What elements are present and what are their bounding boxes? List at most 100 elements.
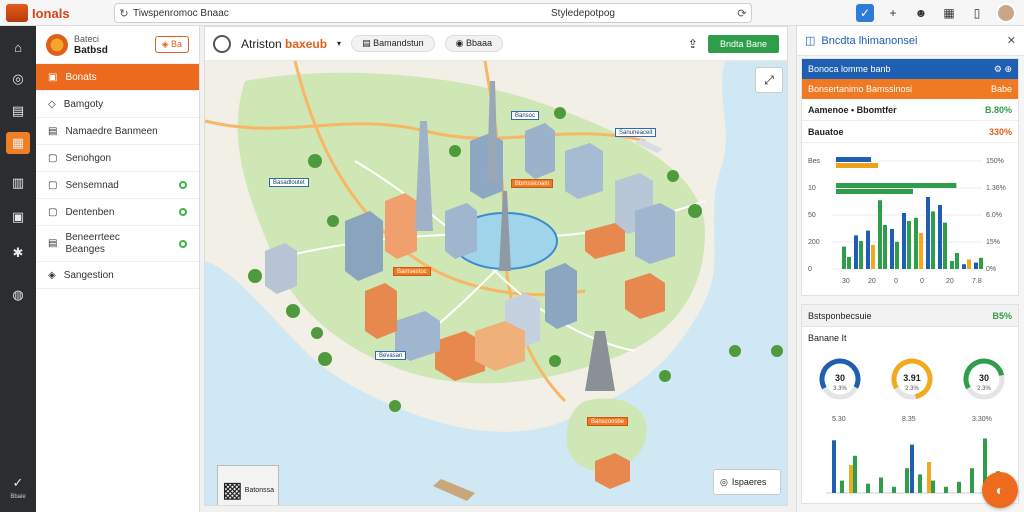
sidebar-item-7[interactable]: ▤ Beneerrteec Beanges (36, 226, 199, 262)
bar (943, 222, 947, 269)
brand[interactable]: Ionals (0, 0, 110, 26)
sidebar-item-icon: ▣ (48, 71, 58, 83)
qr-code-icon: ▩ (222, 477, 243, 502)
stats-row-3[interactable]: Aamenoe • Bbomtfer B.80% (802, 99, 1018, 121)
bar (918, 474, 922, 493)
reload-icon[interactable]: ⟳ (733, 7, 751, 20)
calendar-icon[interactable]: ▥ (6, 172, 30, 194)
map-poi-label[interactable]: Basadloutet (269, 178, 309, 187)
bar (853, 455, 857, 493)
compass-icon[interactable]: ◎ (6, 68, 30, 90)
hbar (836, 163, 878, 168)
map-action-button[interactable]: Bndta Bane (707, 34, 779, 53)
response-subtitle: Banane It (808, 333, 847, 343)
check-icon: ✓ (859, 6, 871, 20)
expand-map-button[interactable]: ⤢ (755, 67, 783, 93)
door-icon: ▯ (973, 6, 981, 20)
bar (890, 229, 894, 269)
home-icon[interactable]: ⌂ (6, 36, 30, 58)
user-menu-button[interactable]: ☻ (912, 4, 930, 22)
chevron-down-icon[interactable]: ▾ (337, 39, 341, 48)
bar (879, 477, 883, 493)
sidebar-item-label: Sensemnad (65, 179, 119, 191)
bar (927, 462, 931, 493)
filter-pill-1[interactable]: ▤ Bamandstun (351, 35, 435, 52)
sidebar-item-icon: ▢ (48, 206, 58, 218)
address-bar[interactable]: ↻ Tiwspenromoc Bnaac Styledepotpog ⟳ (114, 3, 752, 23)
map-poi-label[interactable]: Sanuneaceit (615, 128, 657, 137)
sidebar-item-4[interactable]: ▢ Senohgon (36, 145, 199, 172)
map-canvas[interactable]: Bansoc Sanuneaceit Basadloutet Bbmssicoam Ba… (205, 61, 787, 505)
qr-label: Batonssa (244, 486, 274, 494)
sidebar-item-3[interactable]: ▤ Namaedre Banmeen (36, 118, 199, 145)
sidebar-item-1[interactable]: ▣ Bonats (36, 64, 199, 91)
check-button[interactable]: ✓ (856, 4, 874, 22)
bar (931, 480, 935, 493)
stats-row-value: B.80% (984, 104, 1012, 115)
globe-icon[interactable]: ◍ (6, 284, 30, 306)
map-poi-label[interactable]: Bamsestoc (393, 267, 431, 276)
layout-icon[interactable]: ▣ (6, 206, 30, 228)
bar (931, 211, 935, 269)
gear-icon[interactable]: ⚙ ⊕ (994, 64, 1012, 75)
check-icon[interactable]: ✓ (6, 472, 30, 494)
sidebar-item-2[interactable]: ◇ Bamgoty (36, 91, 199, 118)
info-icon: ◫ (805, 35, 816, 47)
left-tick-label: 10 (808, 185, 816, 192)
sidebar-item-label: Namaedre Banmeen (65, 125, 158, 137)
sidebar-badge-button[interactable]: ◈ Ba (154, 36, 189, 53)
bar (974, 262, 978, 269)
nav-rail: ⌂ ◎ ▤ ▦ ▥ ▣ ✱ ◍ ✓ Bbaie (0, 26, 36, 512)
gauge-value: 30 (979, 373, 989, 383)
bar (866, 230, 870, 269)
sidebar-item-6[interactable]: ▢ Dentenben (36, 199, 199, 226)
sidebar-header: Bateci Batbsd ◈ Ba (36, 26, 199, 64)
sidebar-item-5[interactable]: ▢ Sensemnad (36, 172, 199, 199)
page-title: Styledepotpog (551, 7, 615, 19)
stats-row-2[interactable]: Bonsertanimo Bamssinosi Babe (802, 79, 1018, 99)
bar (871, 245, 875, 269)
sidebar-item-icon: ▢ (48, 179, 58, 191)
grid-button[interactable]: ▦ (940, 4, 958, 22)
qr-code-widget[interactable]: ▩ Batonssa (217, 465, 279, 505)
map-icon[interactable]: ▦ (6, 132, 30, 154)
stats-row-1[interactable]: Bonoca lomme banb ⚙ ⊕ (802, 59, 1018, 79)
stats-chart: Bes10502000150%1.36%6.0%15%0%30 20 0 0 20 7.8 (808, 157, 1006, 285)
map-poi-label[interactable]: Bevasan (375, 351, 407, 360)
map-poi-label[interactable]: Banscoosbe (587, 417, 629, 426)
brand-name: Ionals (32, 5, 70, 21)
chart2-tick-label: 8.35 (902, 416, 916, 423)
stats-row-4[interactable]: Bauatoe 330% (802, 121, 1018, 143)
bar (938, 205, 942, 269)
close-icon[interactable]: ✕ (1007, 34, 1016, 47)
target-icon[interactable] (213, 34, 231, 53)
chat-fab-button[interactable]: ◐ (982, 472, 1018, 508)
x-tick-label: 20 (868, 278, 876, 285)
filter-pill-2[interactable]: ◉ Bbaaa (444, 35, 504, 52)
left-tick-label: 50 (808, 212, 816, 219)
plus-icon: + (889, 6, 897, 20)
export-icon[interactable]: ⇪ (688, 37, 698, 51)
map-title-highlight: baxeub (285, 36, 328, 51)
map-search-button[interactable]: ◎ Ispaeres (713, 469, 781, 495)
sidebar-subtitle: Bateci (74, 33, 100, 44)
sidebar-item-8[interactable]: ◈ Sangestion (36, 262, 199, 289)
settings-icon[interactable]: ✱ (6, 242, 30, 264)
gauge-sub: 3.3% (833, 386, 847, 392)
chat-icon: ◐ (995, 482, 1005, 498)
chart2-tick-label: 5.30 (832, 416, 846, 423)
exit-button[interactable]: ▯ (968, 4, 986, 22)
sidebar-item-label: Bamgoty (63, 98, 104, 110)
rail-bottom-label: Bbaie (10, 494, 26, 500)
layers-icon[interactable]: ▤ (6, 100, 30, 122)
avatar[interactable] (996, 3, 1016, 23)
map-poi-label[interactable]: Bbmssicoam (511, 179, 554, 188)
add-button[interactable]: + (884, 4, 902, 22)
refresh-icon[interactable]: ↻ (115, 7, 133, 20)
map-poi-label[interactable]: Bansoc (511, 111, 540, 120)
sidebar-item-label-2: Beanges (65, 243, 105, 255)
bar (849, 465, 853, 493)
bar (895, 241, 899, 269)
sidebar-title: Batbsd (74, 44, 108, 56)
stats-row-value: 330% (988, 126, 1012, 137)
